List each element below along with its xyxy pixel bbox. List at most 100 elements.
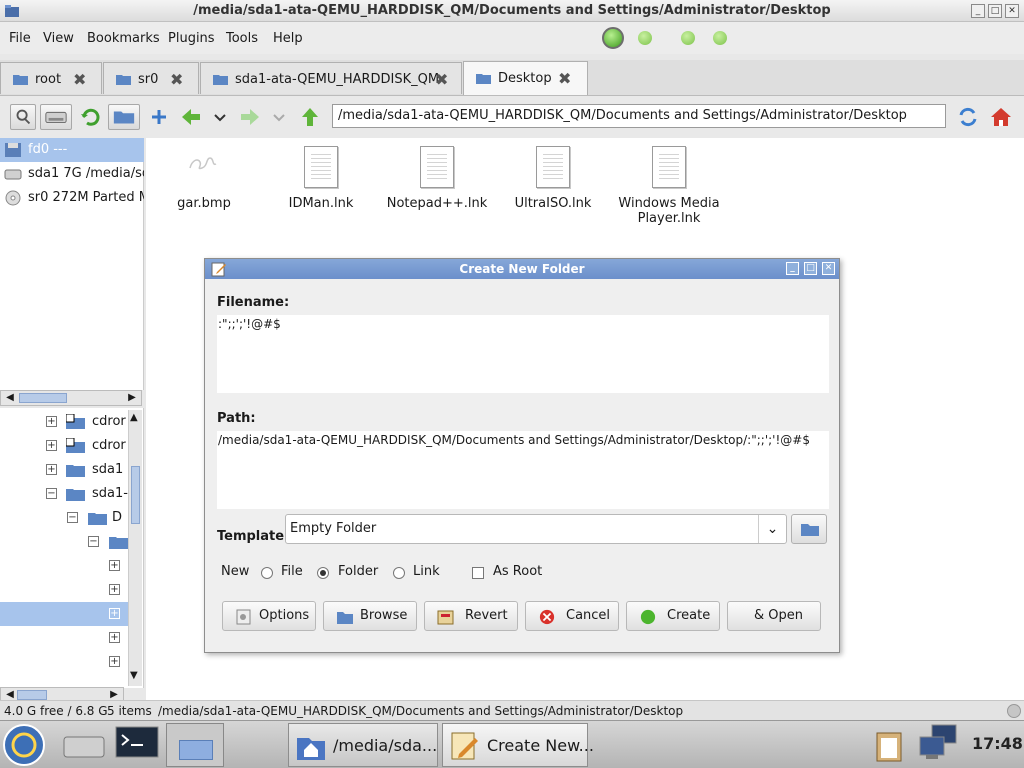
scroll-up-icon[interactable]: ▲ bbox=[130, 412, 138, 423]
close-window-button[interactable]: ✕ bbox=[1005, 4, 1019, 18]
menu-view[interactable]: View bbox=[43, 31, 74, 46]
menu-tools[interactable]: Tools bbox=[226, 31, 258, 46]
new-tab-icon[interactable] bbox=[146, 104, 172, 130]
minimize-button[interactable]: _ bbox=[971, 4, 985, 18]
collapse-icon[interactable]: − bbox=[88, 536, 99, 547]
find-icon[interactable] bbox=[10, 104, 36, 130]
maximize-button[interactable]: □ bbox=[988, 4, 1002, 18]
device-pane-horizontal-scrollbar[interactable]: ◀ ▶ bbox=[0, 390, 142, 406]
refresh-icon[interactable] bbox=[78, 104, 104, 130]
drives-launcher-icon[interactable] bbox=[62, 729, 106, 761]
dialog-close-button[interactable]: ✕ bbox=[822, 262, 835, 275]
terminal-launcher-icon[interactable] bbox=[114, 725, 160, 763]
pane-indicator-3-icon[interactable] bbox=[681, 31, 695, 45]
address-input[interactable]: /media/sda1-ata-QEMU_HARDDISK_QM/Documen… bbox=[332, 104, 946, 128]
revert-button[interactable]: Revert bbox=[424, 601, 518, 631]
pane-indicator-4-icon[interactable] bbox=[713, 31, 727, 45]
folder-tree-vertical-scrollbar[interactable]: ▲ ▼ bbox=[128, 410, 142, 686]
close-tab-icon[interactable]: ✖ bbox=[170, 70, 183, 89]
tree-item[interactable]: + bbox=[0, 578, 128, 602]
collapse-icon[interactable]: − bbox=[67, 512, 78, 523]
expand-icon[interactable]: + bbox=[109, 608, 120, 619]
forward-history-chevron-down-icon[interactable] bbox=[269, 104, 289, 130]
pane-indicator-1-icon[interactable] bbox=[602, 27, 624, 49]
back-history-chevron-down-icon[interactable] bbox=[210, 104, 230, 130]
tree-item[interactable]: − bbox=[0, 530, 128, 554]
radio-link-label[interactable]: Link bbox=[413, 564, 440, 579]
dialog-maximize-button[interactable]: □ bbox=[804, 262, 817, 275]
as-root-label[interactable]: As Root bbox=[493, 564, 542, 579]
radio-folder-label[interactable]: Folder bbox=[338, 564, 378, 579]
file-item-ultraiso[interactable]: UltraISO.lnk bbox=[498, 146, 608, 211]
expand-icon[interactable]: + bbox=[109, 560, 120, 571]
menu-bookmarks[interactable]: Bookmarks bbox=[87, 31, 160, 46]
tab-sda1[interactable]: sda1-ata-QEMU_HARDDISK_QM ✖ bbox=[200, 62, 462, 94]
device-item-sda1[interactable]: sda1 7G /media/sda bbox=[0, 162, 144, 186]
up-icon[interactable] bbox=[297, 104, 323, 130]
radio-link[interactable] bbox=[393, 567, 405, 579]
menu-plugins[interactable]: Plugins bbox=[168, 31, 215, 46]
close-tab-icon[interactable]: ✖ bbox=[558, 69, 571, 88]
file-item-windows-media-player[interactable]: Windows Media Player.lnk bbox=[614, 146, 724, 226]
tree-item[interactable]: + bbox=[0, 554, 128, 578]
tree-item[interactable]: + cdror bbox=[0, 434, 128, 458]
task-create-new-folder[interactable]: Create New... bbox=[442, 723, 594, 767]
radio-file[interactable] bbox=[261, 567, 273, 579]
forward-icon[interactable] bbox=[237, 104, 263, 130]
dialog-minimize-button[interactable]: _ bbox=[786, 262, 799, 275]
close-tab-icon[interactable]: ✖ bbox=[435, 70, 448, 89]
tree-item[interactable]: − D bbox=[0, 506, 128, 530]
chevron-down-icon[interactable]: ⌄ bbox=[758, 515, 786, 543]
home-icon[interactable] bbox=[988, 104, 1014, 130]
file-item-gar-bmp[interactable]: gar.bmp bbox=[149, 146, 259, 211]
filename-input[interactable]: :";;';'!@#$ bbox=[217, 315, 829, 393]
create-button[interactable]: Create bbox=[626, 601, 720, 631]
network-icon[interactable] bbox=[916, 723, 960, 763]
template-select[interactable]: Empty Folder ⌄ bbox=[285, 514, 787, 544]
expand-icon[interactable]: + bbox=[46, 416, 57, 427]
device-item-sr0[interactable]: sr0 272M Parted Ma bbox=[0, 186, 144, 210]
file-item-idman[interactable]: IDMan.lnk bbox=[266, 146, 376, 211]
menu-file[interactable]: File bbox=[9, 31, 31, 46]
create-and-open-button[interactable]: & Open bbox=[727, 601, 821, 631]
task-file-manager[interactable]: /media/sda... bbox=[288, 723, 438, 767]
tab-desktop[interactable]: Desktop ✖ bbox=[463, 61, 588, 95]
close-tab-icon[interactable]: ✖ bbox=[73, 70, 86, 89]
drive-icon[interactable] bbox=[40, 104, 72, 130]
collapse-icon[interactable]: − bbox=[46, 488, 57, 499]
clipboard-icon[interactable] bbox=[872, 729, 906, 763]
pane-indicator-2-icon[interactable] bbox=[638, 31, 652, 45]
tree-item[interactable]: − sda1- bbox=[0, 482, 128, 506]
scrollbar-thumb[interactable] bbox=[131, 466, 140, 524]
radio-file-label[interactable]: File bbox=[281, 564, 303, 579]
browse-button[interactable]: Browse bbox=[323, 601, 417, 631]
start-menu-icon[interactable] bbox=[2, 723, 46, 767]
template-folder-button[interactable] bbox=[791, 514, 827, 544]
tree-item[interactable]: + bbox=[0, 650, 128, 674]
scroll-down-icon[interactable]: ▼ bbox=[130, 670, 138, 681]
expand-icon[interactable]: + bbox=[109, 656, 120, 667]
radio-folder[interactable] bbox=[317, 567, 329, 579]
scroll-left-icon[interactable]: ◀ bbox=[3, 392, 17, 404]
device-item-fd0[interactable]: fd0 --- bbox=[0, 138, 144, 162]
tab-sr0[interactable]: sr0 ✖ bbox=[103, 62, 199, 94]
tab-root[interactable]: root ✖ bbox=[0, 62, 102, 94]
options-button[interactable]: Options bbox=[222, 601, 316, 631]
tree-item-selected[interactable]: + bbox=[0, 602, 128, 626]
reload-icon[interactable] bbox=[955, 104, 981, 130]
expand-icon[interactable]: + bbox=[46, 464, 57, 475]
desktop-pager[interactable] bbox=[166, 723, 224, 767]
file-item-notepad[interactable]: Notepad++.lnk bbox=[382, 146, 492, 211]
scrollbar-thumb[interactable] bbox=[19, 393, 67, 403]
as-root-checkbox[interactable] bbox=[472, 567, 484, 579]
tree-item[interactable]: + sda1 bbox=[0, 458, 128, 482]
tree-item[interactable]: + bbox=[0, 626, 128, 650]
expand-icon[interactable]: + bbox=[109, 632, 120, 643]
tree-item[interactable]: + cdror bbox=[0, 410, 128, 434]
folder-view-icon[interactable] bbox=[108, 104, 140, 130]
expand-icon[interactable]: + bbox=[109, 584, 120, 595]
scroll-right-icon[interactable]: ▶ bbox=[125, 392, 139, 404]
menu-help[interactable]: Help bbox=[273, 31, 303, 46]
expand-icon[interactable]: + bbox=[46, 440, 57, 451]
cancel-button[interactable]: Cancel bbox=[525, 601, 619, 631]
